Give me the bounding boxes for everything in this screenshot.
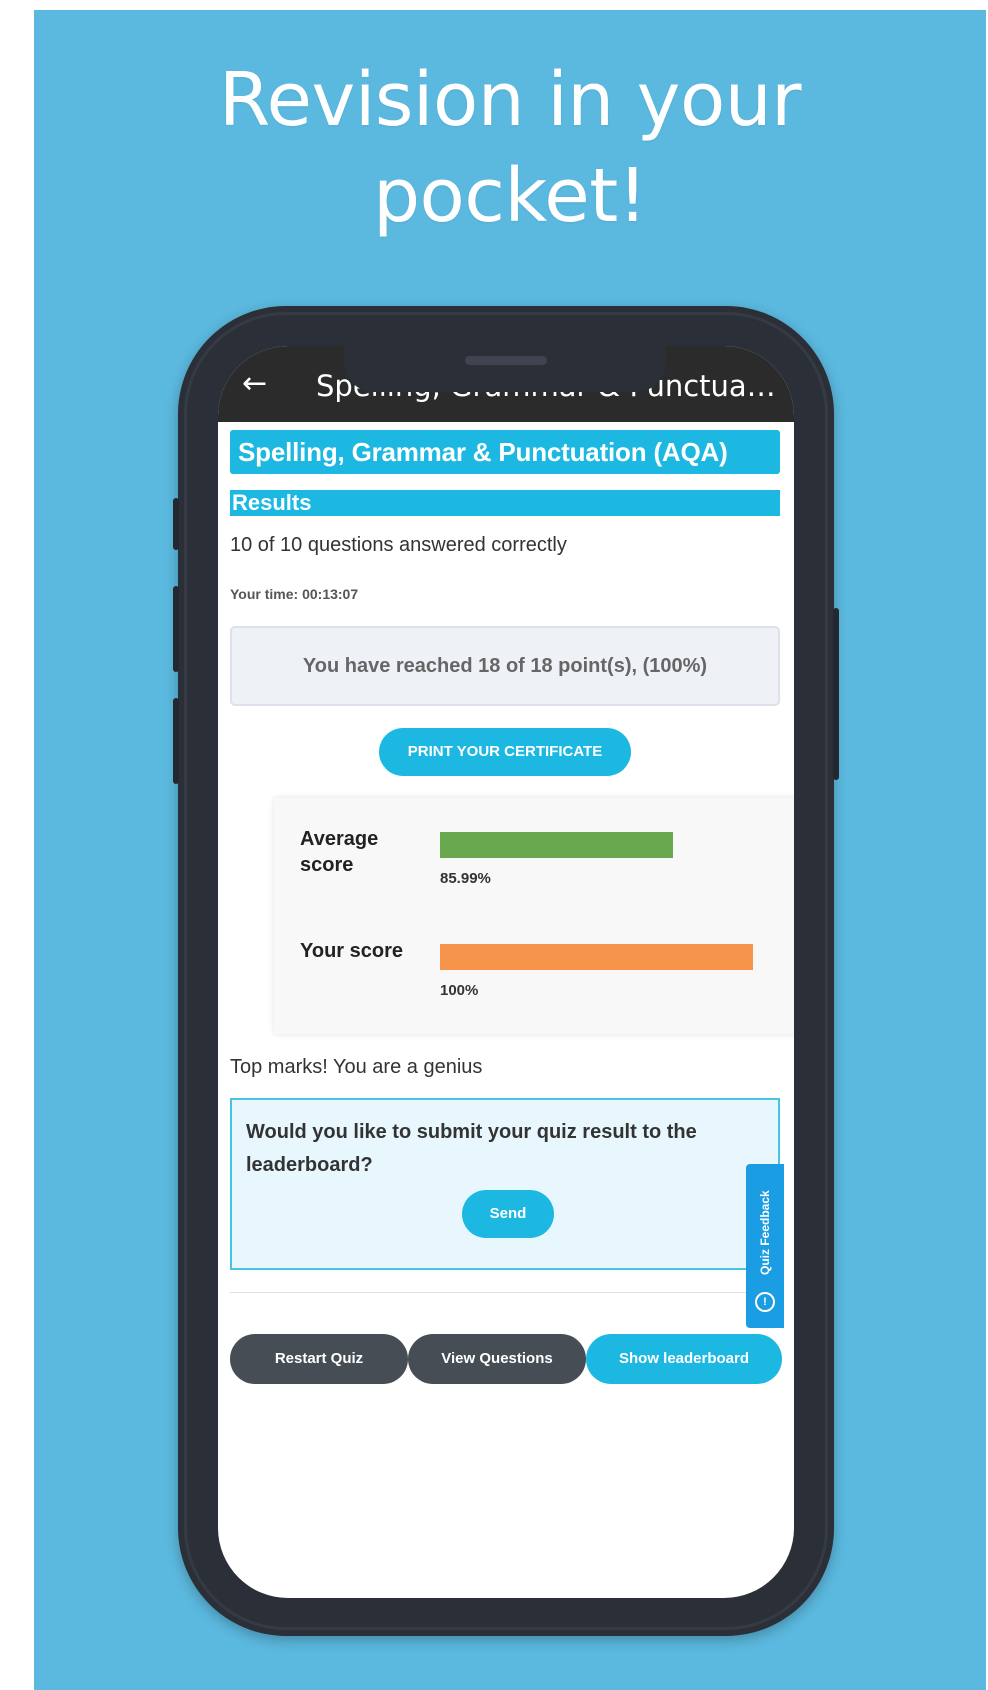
chat-bubble-icon: !	[755, 1292, 775, 1312]
answered-summary: 10 of 10 questions answered correctly	[230, 534, 567, 556]
view-questions-button[interactable]: View Questions	[408, 1334, 586, 1384]
leaderboard-submit-box: Would you like to submit your quiz resul…	[230, 1098, 780, 1270]
phone-notch	[344, 346, 666, 392]
your-score-track	[440, 944, 753, 970]
your-score-value: 100%	[440, 982, 479, 999]
divider	[230, 1292, 780, 1293]
promo-headline: Revision in your pocket!	[218, 57, 802, 239]
print-certificate-button[interactable]: PRINT YOUR CERTIFICATE	[379, 728, 631, 776]
promo-poster: Revision in your pocket! ← Spelling, Gra…	[34, 10, 986, 1690]
phone-screen: ← Spelling, Grammar & Punctuation… Spell…	[218, 346, 794, 1598]
restart-quiz-button[interactable]: Restart Quiz	[230, 1334, 408, 1384]
arrow-left-icon[interactable]: ←	[242, 369, 270, 399]
quiz-time: Your time: 00:13:07	[230, 586, 359, 602]
points-summary: You have reached 18 of 18 point(s), (100…	[230, 626, 780, 706]
phone-frame: ← Spelling, Grammar & Punctuation… Spell…	[173, 306, 839, 1636]
quiz-feedback-tab[interactable]: Quiz Feedback !	[746, 1164, 784, 1328]
results-heading: Results	[230, 490, 780, 516]
average-score-value: 85.99%	[440, 870, 491, 887]
send-button[interactable]: Send	[462, 1190, 554, 1238]
quiz-title: Spelling, Grammar & Punctuation (AQA)	[230, 430, 780, 474]
quiz-feedback-label: Quiz Feedback	[758, 1190, 772, 1276]
phone-side-button	[173, 698, 179, 784]
phone-side-button	[173, 498, 179, 550]
show-leaderboard-button[interactable]: Show leaderboard	[586, 1334, 782, 1384]
average-score-track	[440, 832, 753, 858]
average-score-bar	[440, 832, 673, 858]
phone-side-button	[833, 608, 839, 780]
result-message: Top marks! You are a genius	[230, 1056, 483, 1078]
action-buttons: Restart Quiz View Questions Show leaderb…	[230, 1334, 786, 1384]
score-comparison-chart: Average score 85.99% Your score 100%	[274, 798, 794, 1034]
phone-speaker	[465, 356, 547, 365]
phone-side-button	[173, 586, 179, 672]
leaderboard-question: Would you like to submit your quiz resul…	[246, 1121, 697, 1176]
your-score-label: Your score	[300, 940, 403, 962]
your-score-bar	[440, 944, 753, 970]
average-score-label: Average score	[300, 828, 379, 876]
